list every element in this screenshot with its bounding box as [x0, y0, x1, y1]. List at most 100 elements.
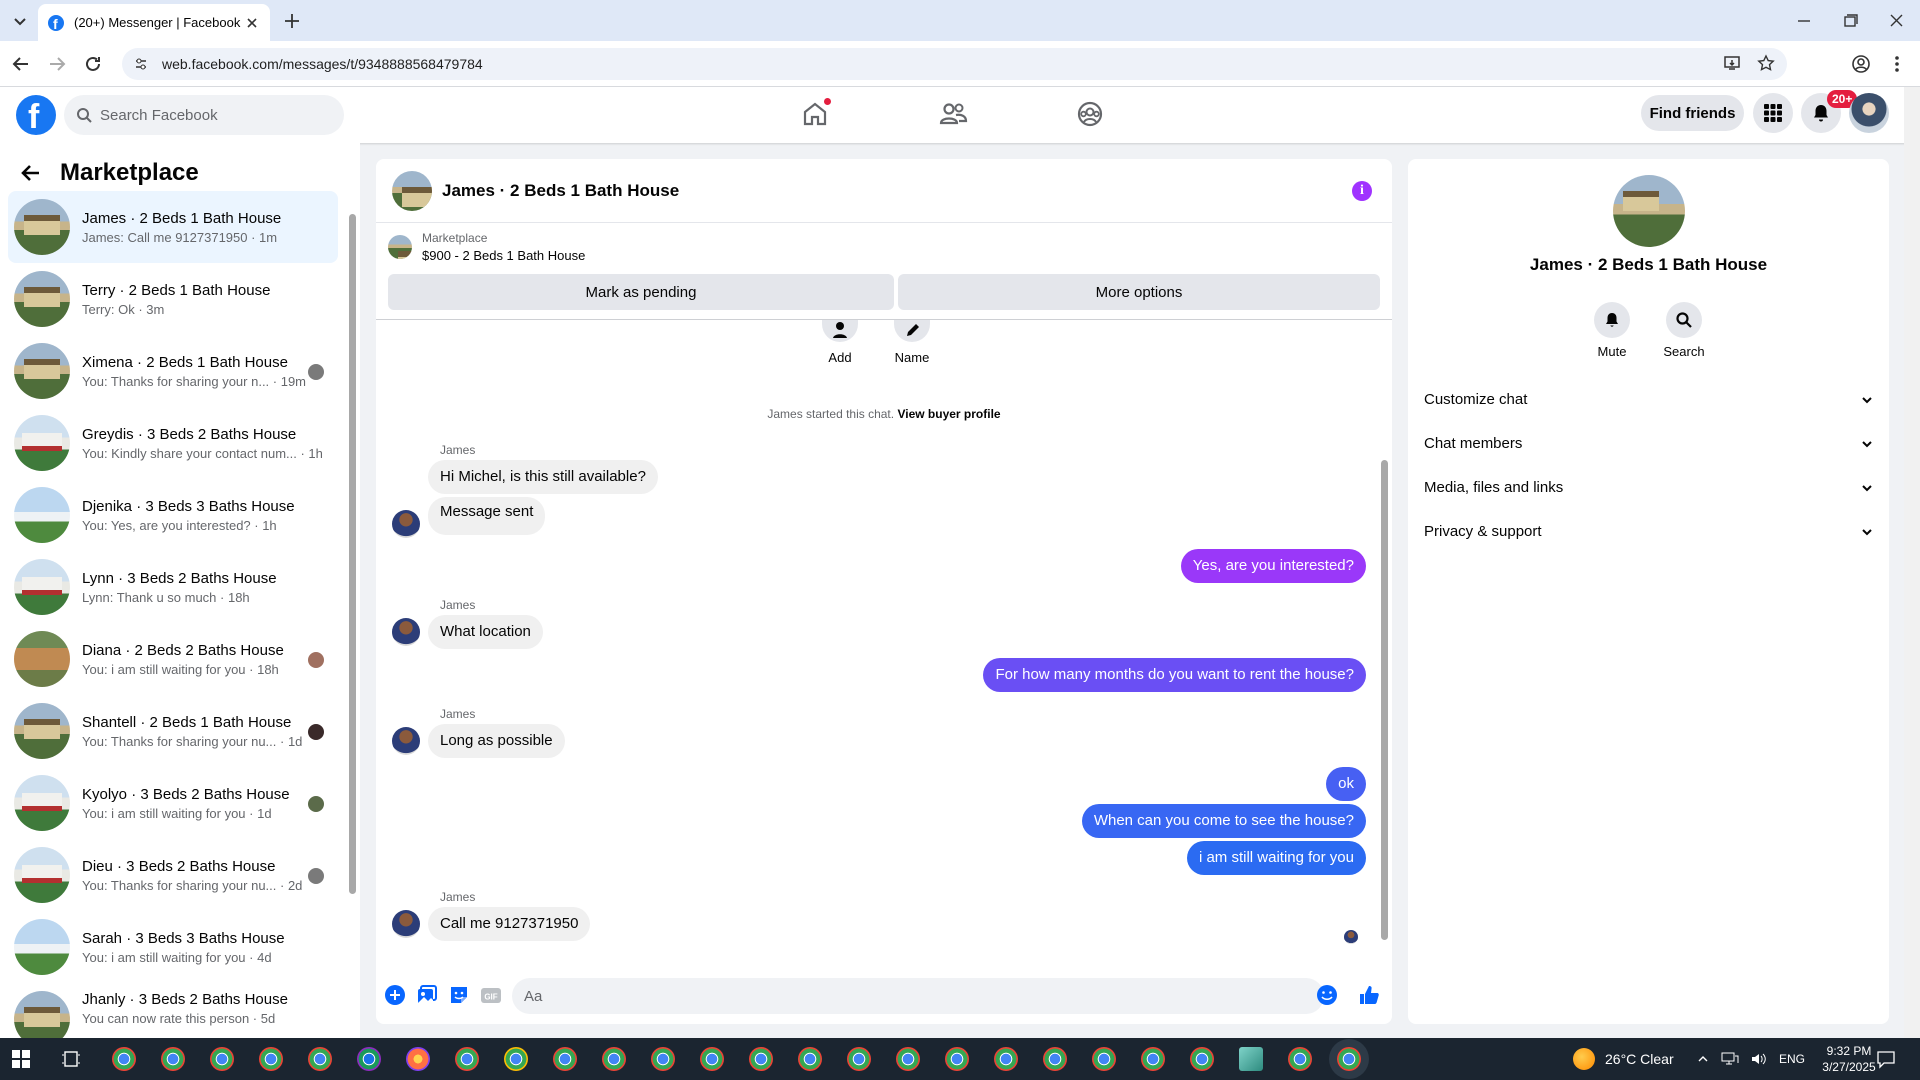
conversation-item[interactable]: Jhanly · 3 Beds 2 Baths House You can now…	[8, 983, 338, 1043]
windows-start-icon[interactable]	[12, 1050, 30, 1068]
chrome-app-icon[interactable]	[945, 1047, 969, 1071]
add-action[interactable]: Add	[810, 320, 870, 365]
thread-scrollbar[interactable]	[1380, 328, 1388, 958]
conversation-item[interactable]: Djenika · 3 Beds 3 Baths House You: Yes, …	[8, 479, 338, 551]
sender-avatar[interactable]	[392, 618, 420, 646]
chrome-app-icon[interactable]	[1043, 1047, 1067, 1071]
account-avatar[interactable]	[1849, 93, 1889, 133]
chrome-app-icon[interactable]	[1288, 1047, 1312, 1071]
notepad-app-icon[interactable]	[1239, 1047, 1263, 1071]
media-files-links-section[interactable]: Media, files and links	[1424, 479, 1874, 496]
chrome-app-icon[interactable]	[1092, 1047, 1116, 1071]
chrome-app-icon[interactable]	[259, 1047, 283, 1071]
weather-widget[interactable]: 26°C Clear	[1573, 1038, 1674, 1080]
back-arrow-icon[interactable]	[20, 162, 42, 184]
conversation-item[interactable]: Shantell · 2 Beds 1 Bath House You: Thank…	[8, 695, 338, 767]
new-tab-icon[interactable]	[282, 11, 302, 31]
home-icon[interactable]	[798, 97, 832, 131]
bookmark-star-icon[interactable]	[1757, 54, 1775, 72]
network-icon[interactable]	[1721, 1052, 1739, 1066]
tab-search-icon[interactable]	[8, 10, 32, 32]
install-app-icon[interactable]	[1723, 54, 1741, 72]
chrome-app-icon[interactable]	[651, 1047, 675, 1071]
chrome-profile-app-icon[interactable]	[357, 1047, 381, 1071]
mute-button[interactable]: Mute	[1582, 302, 1642, 359]
gif-icon[interactable]: GIF	[480, 984, 502, 1006]
chat-members-section[interactable]: Chat members	[1424, 435, 1874, 452]
info-icon[interactable]: i	[1352, 181, 1372, 201]
groups-icon[interactable]	[1073, 97, 1107, 131]
outgoing-message[interactable]: Yes, are you interested?	[1180, 549, 1366, 583]
reload-icon[interactable]	[82, 53, 104, 75]
sidebar-scrollbar[interactable]	[347, 198, 357, 1033]
conversation-item[interactable]: Kyolyo · 3 Beds 2 Baths House You: i am s…	[8, 767, 338, 839]
restore-icon[interactable]	[1838, 10, 1862, 32]
incoming-message[interactable]: Long as possible	[428, 724, 565, 758]
friends-icon[interactable]	[936, 97, 970, 131]
chrome-app-icon[interactable]	[896, 1047, 920, 1071]
chrome-app-icon[interactable]	[210, 1047, 234, 1071]
find-friends-button[interactable]: Find friends	[1641, 95, 1744, 131]
back-icon[interactable]	[10, 53, 32, 75]
page-scrollbar[interactable]	[1904, 87, 1920, 1038]
chrome-app-icon[interactable]	[161, 1047, 185, 1071]
conversation-item[interactable]: Terry · 2 Beds 1 Bath House Terry: Ok · 3…	[8, 263, 338, 335]
sender-avatar[interactable]	[392, 910, 420, 938]
attach-photo-icon[interactable]	[416, 984, 438, 1006]
chrome-app-icon[interactable]	[994, 1047, 1018, 1071]
incoming-message[interactable]: What location	[428, 615, 543, 649]
more-actions-plus-icon[interactable]	[384, 984, 406, 1006]
incoming-message[interactable]: Hi Michel, is this still available?	[428, 460, 658, 494]
conversation-item[interactable]: James · 2 Beds 1 Bath House James: Call m…	[8, 191, 338, 263]
incoming-message[interactable]: Call me 9127371950	[428, 907, 591, 941]
chrome-app-icon[interactable]	[602, 1047, 626, 1071]
name-action[interactable]: Name	[882, 320, 942, 365]
chat-avatar[interactable]	[392, 170, 432, 211]
mark-as-pending-button[interactable]: Mark as pending	[388, 274, 894, 310]
outgoing-message[interactable]: When can you come to see the house?	[1081, 804, 1366, 838]
notification-center-icon[interactable]	[1876, 1049, 1896, 1069]
sidebar-scroll-thumb[interactable]	[349, 214, 356, 894]
chrome-app-icon[interactable]	[308, 1047, 332, 1071]
like-thumbs-up-icon[interactable]	[1358, 984, 1380, 1006]
outgoing-message[interactable]: i am still waiting for you	[1186, 841, 1366, 875]
forward-icon[interactable]	[46, 53, 68, 75]
firefox-app-icon[interactable]	[406, 1047, 430, 1071]
menu-dots-icon[interactable]	[1886, 53, 1908, 75]
conversation-item[interactable]: Diana · 2 Beds 2 Baths House You: i am st…	[8, 623, 338, 695]
url-field[interactable]: web.facebook.com/messages/t/934888856847…	[122, 48, 1787, 80]
chrome-app-icon[interactable]	[112, 1047, 136, 1071]
more-options-button[interactable]: More options	[898, 274, 1380, 310]
close-window-icon[interactable]	[1884, 10, 1908, 32]
facebook-logo-icon[interactable]: f	[16, 95, 56, 136]
close-tab-icon[interactable]	[244, 15, 260, 31]
sender-avatar[interactable]	[392, 727, 420, 755]
privacy-support-section[interactable]: Privacy & support	[1424, 523, 1874, 540]
chrome-app-icon[interactable]	[455, 1047, 479, 1071]
chrome-app-icon[interactable]	[847, 1047, 871, 1071]
chrome-app-icon[interactable]	[700, 1047, 724, 1071]
browser-tab[interactable]: f (20+) Messenger | Facebook	[38, 4, 270, 41]
thread-scroll-thumb[interactable]	[1381, 460, 1388, 940]
emoji-icon[interactable]	[1316, 984, 1338, 1006]
view-buyer-profile-link[interactable]: View buyer profile	[897, 407, 1000, 421]
customize-chat-section[interactable]: Customize chat	[1424, 391, 1874, 408]
listing-banner[interactable]: Marketplace $900 - 2 Beds 1 Bath House	[388, 231, 585, 263]
conversation-item[interactable]: Ximena · 2 Beds 1 Bath House You: Thanks …	[8, 335, 338, 407]
language-indicator[interactable]: ENG	[1779, 1052, 1805, 1066]
chrome-app-icon[interactable]	[1141, 1047, 1165, 1071]
incoming-message[interactable]: Message sent	[428, 497, 546, 535]
volume-icon[interactable]	[1751, 1052, 1767, 1066]
conversation-item[interactable]: Dieu · 3 Beds 2 Baths House You: Thanks f…	[8, 839, 338, 911]
sticker-icon[interactable]	[448, 984, 470, 1006]
search-in-chat-button[interactable]: Search	[1654, 302, 1714, 359]
clock[interactable]: 9:32 PM 3/27/2025	[1822, 1038, 1876, 1080]
chrome-app-icon[interactable]	[749, 1047, 773, 1071]
site-info-icon[interactable]	[134, 57, 148, 71]
conversation-item[interactable]: Sarah · 3 Beds 3 Baths House You: i am st…	[8, 911, 338, 983]
chrome-active-app-icon[interactable]	[1337, 1047, 1361, 1071]
search-input[interactable]: Search Facebook	[64, 95, 344, 135]
chat-title[interactable]: James · 2 Beds 1 Bath House	[442, 181, 679, 201]
message-input[interactable]: Aa	[512, 978, 1324, 1014]
chrome-app-icon[interactable]	[553, 1047, 577, 1071]
